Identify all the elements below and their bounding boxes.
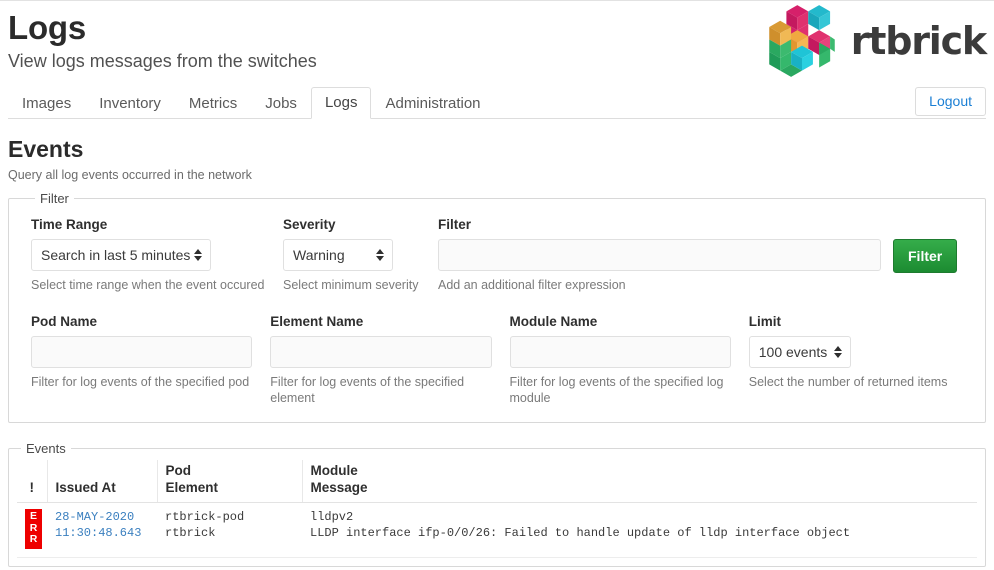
- severity-letter-1: E: [29, 510, 37, 522]
- field-pod-name: Pod Name Filter for log events of the sp…: [31, 313, 270, 406]
- pod-name-help: Filter for log events of the specified p…: [31, 375, 250, 389]
- field-element-name: Element Name Filter for log events of th…: [270, 313, 509, 406]
- limit-help: Select the number of returned items: [748, 375, 948, 389]
- limit-select-value[interactable]: 100 events: [748, 336, 851, 368]
- rtbrick-cubes-icon: [768, 5, 835, 77]
- field-severity: Severity Warning Select minimum severity: [283, 216, 438, 293]
- cell-severity: E R R: [17, 502, 47, 558]
- filter-panel: Filter Time Range Search in last 5 minut…: [8, 191, 986, 423]
- col-severity: !: [17, 460, 48, 503]
- filter-expression-label: Filter: [438, 217, 472, 232]
- events-panel: Events ! Issued At Pod Element Module Me…: [8, 441, 986, 567]
- filter-submit-button[interactable]: Filter: [893, 239, 958, 273]
- events-table-head: ! Issued At Pod Element Module Message: [17, 460, 977, 503]
- severity-help: Select minimum severity: [283, 278, 419, 292]
- event-message: LLDP interface ifp-0/0/26: Failed to han…: [310, 526, 851, 540]
- page-header: Logs View logs messages from the switche…: [0, 1, 994, 119]
- field-module-name: Module Name Filter for log events of the…: [509, 313, 749, 406]
- field-time-range: Time Range Search in last 5 minutes Sele…: [31, 216, 283, 293]
- field-limit: Limit 100 events Select the number of re…: [748, 313, 963, 406]
- severity-select[interactable]: Warning: [283, 239, 393, 271]
- severity-label: Severity: [283, 217, 336, 232]
- tab-administration[interactable]: Administration: [371, 88, 494, 119]
- element-name-input[interactable]: [270, 336, 492, 368]
- brand-logo: rtbrick: [763, 5, 987, 77]
- module-name-help: Filter for log events of the specified l…: [509, 375, 724, 405]
- status-badge: E R R: [25, 509, 42, 549]
- field-filter-submit: Filter: [893, 216, 958, 293]
- event-date[interactable]: 28-MAY-2020: [55, 509, 149, 525]
- col-module-message: Module Message: [302, 460, 977, 503]
- tab-images[interactable]: Images: [8, 88, 85, 119]
- tab-logs[interactable]: Logs: [310, 87, 372, 119]
- col-module-label: Module: [310, 463, 358, 478]
- filter-row-2: Pod Name Filter for log events of the sp…: [31, 313, 963, 406]
- cell-pod-element: rtbrick-pod rtbrick: [157, 502, 302, 558]
- filter-panel-legend: Filter: [40, 191, 69, 206]
- section-title: Events: [8, 136, 84, 162]
- module-name-label: Module Name: [509, 314, 598, 329]
- severity-select-value[interactable]: Warning: [283, 239, 393, 271]
- filter-expression-help: Add an additional filter expression: [438, 278, 626, 292]
- col-element-label: Element: [165, 480, 219, 495]
- events-table-body: E R R 28-MAY-2020 11:30:48.643 rtbrick-p…: [17, 502, 977, 558]
- tab-inventory[interactable]: Inventory: [85, 88, 175, 119]
- time-range-label: Time Range: [31, 217, 108, 232]
- col-message-label: Message: [310, 480, 368, 495]
- element-name-label: Element Name: [270, 314, 364, 329]
- event-time[interactable]: 11:30:48.643: [55, 525, 149, 541]
- col-pod-element: Pod Element: [157, 460, 303, 503]
- time-range-help: Select time range when the event occured: [31, 278, 265, 292]
- events-table: ! Issued At Pod Element Module Message E…: [17, 460, 977, 558]
- col-pod-label: Pod: [165, 463, 192, 478]
- tab-jobs[interactable]: Jobs: [251, 88, 311, 119]
- event-pod: rtbrick-pod: [165, 510, 245, 524]
- cell-issued-at: 28-MAY-2020 11:30:48.643: [47, 502, 157, 558]
- filter-expression-input[interactable]: [438, 239, 881, 271]
- module-name-input[interactable]: [509, 336, 731, 368]
- pod-name-input[interactable]: [31, 336, 253, 368]
- cell-module-message: lldpv2 LLDP interface ifp-0/0/26: Failed…: [302, 502, 977, 558]
- events-header-row: ! Issued At Pod Element Module Message: [17, 460, 977, 503]
- time-range-select[interactable]: Search in last 5 minutes: [31, 239, 211, 271]
- logs-page: Logs View logs messages from the switche…: [0, 0, 994, 570]
- section-description: Query all log events occurred in the net…: [8, 168, 252, 182]
- limit-select[interactable]: 100 events: [748, 336, 851, 368]
- brand-wordmark: rtbrick: [850, 19, 987, 63]
- limit-label: Limit: [748, 314, 781, 329]
- event-module: lldpv2: [310, 510, 354, 524]
- tab-metrics[interactable]: Metrics: [175, 88, 251, 119]
- pod-name-label: Pod Name: [31, 314, 98, 329]
- time-range-select-value[interactable]: Search in last 5 minutes: [31, 239, 211, 271]
- severity-letter-3: R: [29, 533, 38, 545]
- field-filter-expression: Filter Add an additional filter expressi…: [438, 216, 893, 293]
- element-name-help: Filter for log events of the specified e…: [270, 375, 465, 405]
- main-tabs: Images Inventory Metrics Jobs Logs Admin…: [8, 87, 986, 119]
- table-row[interactable]: E R R 28-MAY-2020 11:30:48.643 rtbrick-p…: [17, 502, 977, 558]
- col-issued-at: Issued At: [47, 460, 158, 503]
- page-content: Events Query all log events occurred in …: [0, 135, 994, 567]
- filter-row-1: Time Range Search in last 5 minutes Sele…: [31, 216, 963, 293]
- events-panel-legend: Events: [26, 441, 66, 456]
- event-element: rtbrick: [165, 526, 216, 540]
